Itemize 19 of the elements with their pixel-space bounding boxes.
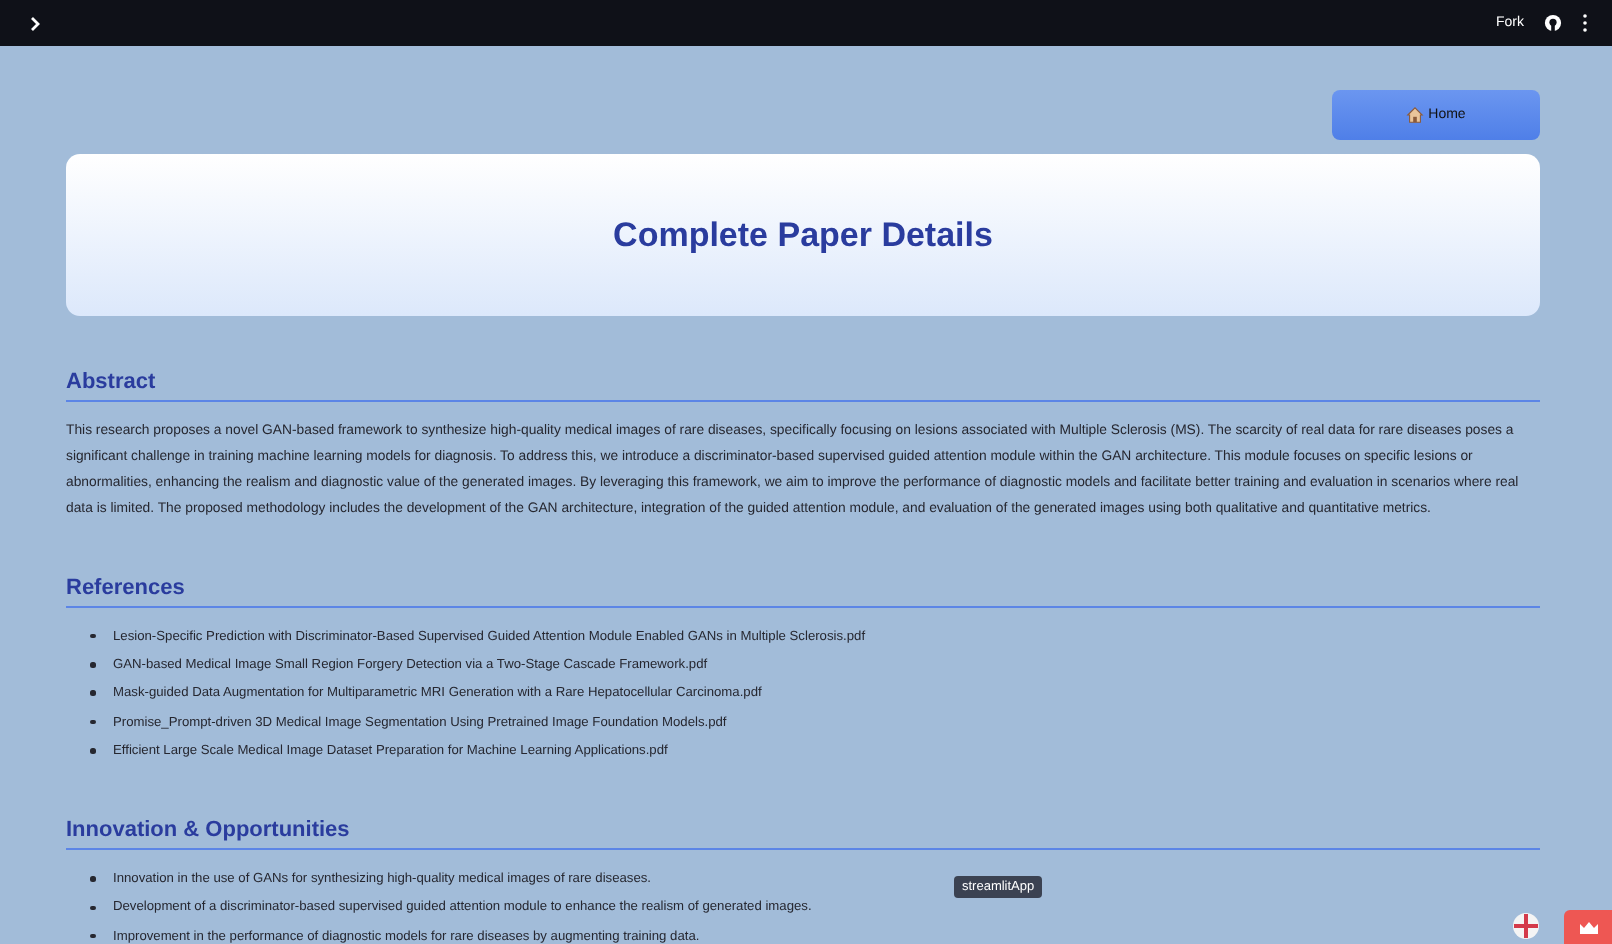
bullet-icon [90,662,95,668]
github-icon[interactable] [1544,14,1562,32]
bullet-icon [90,633,95,639]
bullet-icon [90,905,95,911]
section-heading: Innovation & Opportunities [66,818,352,847]
hosted-badge[interactable] [1564,910,1612,944]
chevron-right-icon[interactable] [28,15,42,31]
house-icon [1406,106,1425,124]
bullet-icon [90,748,95,754]
bullet-icon [90,719,95,725]
bullet-icon [90,933,95,939]
section-heading: Abstract [66,370,158,398]
crown-icon [1579,921,1597,933]
bullet-icon [90,690,95,696]
more-options-icon[interactable] [1582,14,1588,32]
bullet-icon [90,876,95,882]
round-flag-icon[interactable] [1512,912,1540,940]
section-heading: References [66,576,187,604]
page-title: Complete Paper Details [613,215,993,255]
